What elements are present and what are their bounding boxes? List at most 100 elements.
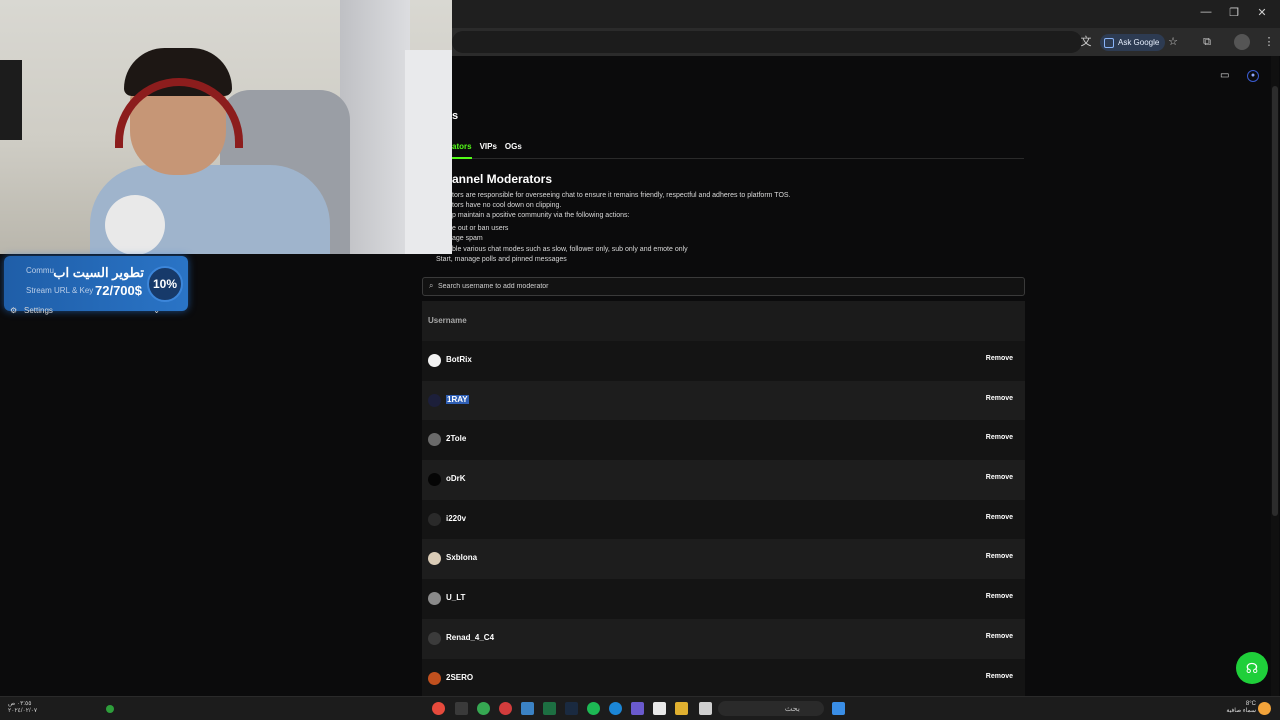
avatar	[428, 512, 441, 526]
chevron-down-icon: ⌄	[153, 306, 160, 315]
chrome-icon[interactable]	[432, 702, 445, 715]
tab-moderators[interactable]: ators	[452, 142, 472, 151]
weather-icon[interactable]	[1258, 702, 1271, 715]
remove-moderator-button[interactable]: Remove	[986, 355, 1013, 362]
username-cell: U_LT	[446, 593, 466, 603]
username-cell: BotRix	[446, 355, 472, 364]
donation-goal-widget: Commu Stream URL & Key تطوير السيت اب 72…	[4, 256, 188, 311]
cam-door-panel	[405, 50, 452, 254]
cam-background	[0, 60, 22, 140]
moderation-tabs: ators VIPs OGs	[452, 142, 522, 151]
cam-microphone	[105, 195, 165, 254]
table-header: Username	[422, 301, 1025, 341]
scroll-thumb[interactable]	[1272, 86, 1278, 516]
avatar	[428, 433, 441, 447]
bullet-item: ble various chat modes such as slow, fol…	[452, 246, 688, 253]
tab-divider	[452, 157, 1024, 159]
remove-moderator-button[interactable]: Remove	[986, 395, 1013, 402]
remove-moderator-button[interactable]: Remove	[986, 474, 1013, 481]
donation-percent: 10%	[147, 266, 183, 302]
clock-date: ٢٠٢٤/٠٢/٠٧	[8, 708, 38, 714]
remove-moderator-button[interactable]: Remove	[986, 434, 1013, 441]
taskbar-search[interactable]: بحث	[718, 701, 824, 716]
taskbar-clock[interactable]: ٠٣:٥٥ ص ٢٠٢٤/٠٢/٠٧	[8, 701, 37, 715]
username-cell: 1RAY	[446, 394, 469, 404]
weather-desc: سماء صافية	[1226, 708, 1256, 714]
windows-taskbar: ٠٣:٥٥ ص ٢٠٢٤/٠٢/٠٧ بحث 8°C سماء صافية	[0, 696, 1280, 720]
avatar	[428, 354, 441, 367]
start-icon[interactable]	[832, 702, 845, 715]
support-chat-button[interactable]: ☊	[1236, 652, 1268, 684]
bullet-item: Start, manage polls and pinned messages	[436, 256, 567, 263]
description-line: tors have no cool down on clipping.	[452, 202, 562, 209]
extensions-icon[interactable]: ⧉	[1200, 35, 1214, 49]
column-header-username: Username	[428, 316, 467, 325]
table-row: 2SERO Remove	[422, 659, 1025, 697]
app-icon[interactable]	[521, 702, 534, 715]
gear-icon: ⚙	[10, 306, 18, 315]
browser-icon[interactable]	[477, 702, 490, 715]
donation-amount: 72/700$	[95, 283, 142, 298]
username-cell: 2Tole	[446, 434, 467, 444]
star-icon[interactable]: ☆	[1166, 35, 1180, 49]
weather-widget[interactable]: 8°C سماء صافية	[1222, 701, 1256, 715]
opera-icon[interactable]	[499, 702, 512, 715]
active-tab-indicator	[452, 157, 472, 159]
remove-moderator-button[interactable]: Remove	[986, 673, 1013, 680]
excel-icon[interactable]	[543, 702, 556, 715]
app-icon[interactable]	[455, 702, 468, 715]
username-cell: Renad_4_C4	[446, 632, 495, 642]
screen-icon[interactable]: ▭	[1220, 70, 1229, 81]
clock-time: ٠٣:٥٥ ص	[8, 701, 32, 707]
ask-google-button[interactable]: Ask Google	[1100, 34, 1166, 51]
table-body: BotRix Remove 1RAY Remove 2Tole Remove oDrK Rem…	[422, 341, 1025, 696]
table-row: U_LT Remove	[422, 579, 1025, 619]
bullet-item: e out or ban users	[452, 225, 509, 232]
spotify-icon[interactable]	[587, 702, 600, 715]
edge-icon[interactable]	[609, 702, 622, 715]
remove-moderator-button[interactable]: Remove	[986, 553, 1013, 560]
translate-icon[interactable]: 文	[1079, 35, 1093, 49]
moderator-search-input[interactable]	[438, 280, 1018, 293]
address-bar[interactable]	[452, 31, 1082, 53]
sidebar-item-label: Settings	[24, 306, 53, 315]
avatar	[428, 393, 441, 407]
avatar	[428, 631, 441, 645]
tray-status-icon[interactable]	[106, 705, 114, 713]
user-avatar-icon[interactable]: ●	[1247, 70, 1259, 82]
headset-icon: ☊	[1245, 660, 1259, 676]
username-cell: oDrK	[446, 474, 466, 484]
app-icon[interactable]	[631, 702, 644, 715]
sidebar-item-settings[interactable]: ⚙ Settings ⌄	[10, 306, 160, 318]
minimize-icon[interactable]: —	[1198, 6, 1214, 18]
donation-goal-title: تطوير السيت اب	[53, 265, 144, 280]
moderator-search[interactable]: ⌕	[422, 277, 1025, 296]
bullet-item: age spam	[452, 235, 483, 242]
description-line: p maintain a positive community via the …	[452, 212, 630, 219]
username-cell: i220v	[446, 513, 467, 523]
tab-vips[interactable]: VIPs	[480, 142, 497, 151]
store-icon[interactable]	[653, 702, 666, 715]
remove-moderator-button[interactable]: Remove	[986, 593, 1013, 600]
remove-moderator-button[interactable]: Remove	[986, 514, 1013, 521]
username-cell: Sxblona	[446, 553, 478, 563]
menu-icon[interactable]: ⋮	[1262, 35, 1276, 49]
profile-avatar[interactable]	[1234, 34, 1250, 50]
tab-ogs[interactable]: OGs	[505, 142, 522, 151]
folder-icon[interactable]	[675, 702, 688, 715]
close-icon[interactable]: ✕	[1254, 6, 1270, 19]
steam-icon[interactable]	[565, 702, 578, 715]
restore-icon[interactable]: ❐	[1226, 6, 1242, 19]
webcam-overlay	[0, 0, 452, 254]
app-icon[interactable]	[699, 702, 712, 715]
avatar	[428, 592, 441, 606]
table-row: Renad_4_C4 Remove	[422, 618, 1025, 659]
table-row: oDrK Remove	[422, 460, 1025, 500]
remove-moderator-button[interactable]: Remove	[986, 633, 1013, 640]
screen: — ❐ ✕ 文 Ask Google ☆ ⧉ ⋮ ▭ ● s ators VIP…	[0, 0, 1280, 720]
description-line: tors are responsible for overseeing chat…	[452, 192, 791, 199]
cam-door	[340, 0, 410, 254]
avatar	[428, 473, 441, 487]
search-icon: ⌕	[429, 281, 434, 290]
page-scrollbar[interactable]	[1271, 56, 1279, 696]
